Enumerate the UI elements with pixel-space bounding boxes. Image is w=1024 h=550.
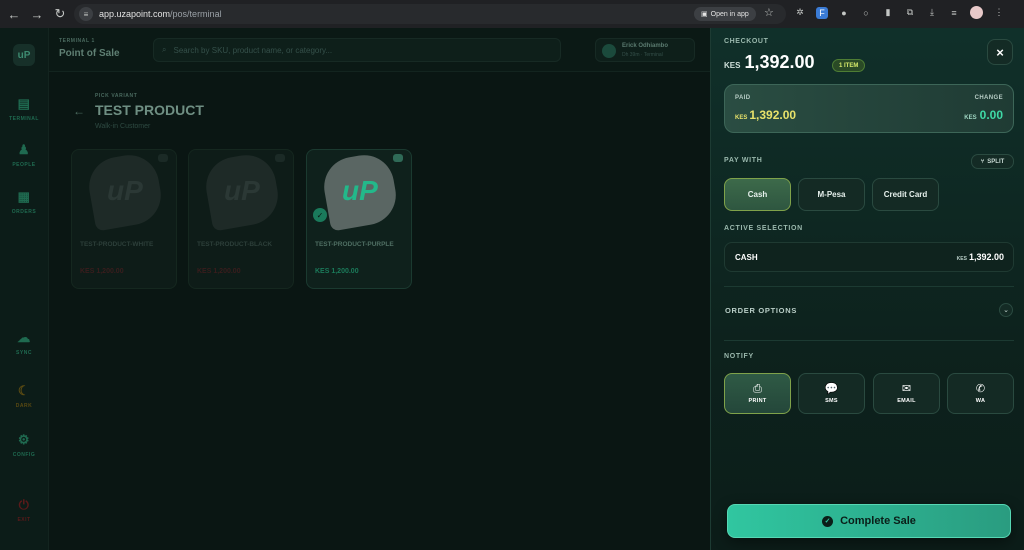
split-button[interactable]: ⑂ SPLIT xyxy=(971,154,1014,169)
printer-icon: ⎙ xyxy=(753,382,762,395)
checkout-panel: CHECKOUT KES 1,392.00 1 ITEM × PAID KES 1… xyxy=(710,28,1024,550)
forward-arrow-icon[interactable]: → xyxy=(28,5,46,23)
browser-menu-icon[interactable]: ⋮ xyxy=(993,7,1005,19)
active-selection-label: ACTIVE SELECTION xyxy=(724,225,803,232)
moon-icon: ☾ xyxy=(17,383,31,398)
back-arrow-icon[interactable]: ← xyxy=(5,5,23,23)
stock-badge xyxy=(158,154,168,162)
product-logo-image: uP xyxy=(84,150,166,232)
extension-gear-icon[interactable]: ✲ xyxy=(794,7,806,19)
sidebar-item-terminal[interactable]: ▤ TERMINAL xyxy=(0,96,48,122)
notify-sms-button[interactable]: 💬 SMS xyxy=(798,373,865,414)
sidebar-item-config[interactable]: ⚙ CONFIG xyxy=(0,432,48,458)
notify-whatsapp-button[interactable]: ✆ WA xyxy=(947,373,1014,414)
app-header: TERMINAL 1 Point of Sale ⌕ Search by SKU,… xyxy=(49,28,710,72)
chevron-down-icon[interactable]: ⌄ xyxy=(999,303,1013,317)
extensions-bar: ✲ F ● ○ ▮ ⧉ ⤓ ≡ ⋮ xyxy=(794,6,1005,19)
browser-toolbar: ← → ↻ ≡ app.uzapoint.com/pos/terminal ▣ O… xyxy=(0,0,1024,28)
sidebar-item-people[interactable]: ♟ PEOPLE xyxy=(0,142,48,168)
checkout-label: CHECKOUT xyxy=(724,38,769,45)
user-chip[interactable]: Erick Odhiambo Dh 39m · Terminal xyxy=(595,38,695,62)
split-icon: ⑂ xyxy=(980,158,985,165)
item-count-badge: 1 ITEM xyxy=(832,59,866,72)
reload-icon[interactable]: ↻ xyxy=(51,5,69,23)
pay-method-mpesa[interactable]: M-Pesa xyxy=(798,178,865,211)
check-circle-icon: ✓ xyxy=(822,515,834,527)
checkout-total: KES 1,392.00 xyxy=(724,52,815,72)
active-selection-row[interactable]: CASH KES 1,392.00 xyxy=(724,242,1014,272)
download-icon[interactable]: ⤓ xyxy=(926,7,938,19)
extension-f-icon[interactable]: F xyxy=(816,6,828,19)
people-icon: ♟ xyxy=(17,142,31,157)
customer-name: Walk-in Customer xyxy=(95,123,151,130)
divider xyxy=(724,340,1014,341)
pay-method-cash[interactable]: Cash xyxy=(724,178,791,211)
pay-with-label: PAY WITH xyxy=(724,157,763,164)
bookmark-star-icon[interactable]: ☆ xyxy=(764,6,774,19)
back-arrow-icon[interactable]: ← xyxy=(73,104,85,118)
extension-record-icon[interactable]: ● xyxy=(838,7,850,19)
sidebar-item-dark[interactable]: ☾ DARK xyxy=(0,383,48,409)
stock-badge xyxy=(393,154,403,162)
user-avatar xyxy=(602,44,616,58)
search-icon: ⌕ xyxy=(162,45,167,54)
power-icon: ⏻ xyxy=(18,497,30,512)
stock-badge xyxy=(275,154,285,162)
product-search-input[interactable]: ⌕ Search by SKU, product name, or categor… xyxy=(153,38,561,62)
orders-icon: ▦ xyxy=(17,189,31,204)
variant-card-white[interactable]: uP TEST-PRODUCT-WHITE KES 1,200.00 xyxy=(71,149,177,289)
app-icon: ▣ xyxy=(701,11,708,18)
change-amount: KES 0.00 xyxy=(964,108,1003,122)
pay-method-credit-card[interactable]: Credit Card xyxy=(872,178,939,211)
gear-icon: ⚙ xyxy=(17,432,31,447)
media-icon[interactable]: ≡ xyxy=(948,7,960,19)
selected-check-icon: ✓ xyxy=(313,208,327,222)
cloud-icon: ☁ xyxy=(17,330,31,345)
extensions-puzzle-icon[interactable]: ⧉ xyxy=(904,7,916,19)
product-logo-image: uP xyxy=(201,150,283,232)
sms-icon: 💬 xyxy=(824,382,839,395)
address-bar[interactable]: ≡ app.uzapoint.com/pos/terminal ▣ Open in… xyxy=(74,4,786,24)
open-in-app-button[interactable]: ▣ Open in app xyxy=(694,7,756,21)
notify-label: NOTIFY xyxy=(724,353,754,360)
app-logo: uP xyxy=(13,44,35,66)
site-info-icon[interactable]: ≡ xyxy=(79,7,93,21)
extension-circle-icon[interactable]: ○ xyxy=(860,7,872,19)
complete-sale-button[interactable]: ✓ Complete Sale xyxy=(727,504,1011,538)
paid-amount: KES 1,392.00 xyxy=(735,108,797,122)
terminal-icon: ▤ xyxy=(17,96,31,111)
whatsapp-icon: ✆ xyxy=(975,382,986,395)
variant-card-black[interactable]: uP TEST-PRODUCT-BLACK KES 1,200.00 xyxy=(188,149,294,289)
app-sidebar: uP ▤ TERMINAL ♟ PEOPLE ▦ ORDERS ☁ SYNC ☾ DARK… xyxy=(0,28,49,550)
email-icon: ✉ xyxy=(901,382,912,395)
paid-change-summary: PAID KES 1,392.00 CHANGE KES 0.00 xyxy=(724,84,1014,133)
sidebar-item-exit[interactable]: ⏻ EXIT xyxy=(0,497,48,523)
sidebar-item-orders[interactable]: ▦ ORDERS xyxy=(0,189,48,215)
page-title: Point of Sale xyxy=(59,48,120,59)
notify-print-button[interactable]: ⎙ PRINT xyxy=(724,373,791,414)
notify-email-button[interactable]: ✉ EMAIL xyxy=(873,373,940,414)
terminal-label: TERMINAL 1 xyxy=(59,38,95,44)
extension-note-icon[interactable]: ▮ xyxy=(882,7,894,19)
close-button[interactable]: × xyxy=(987,39,1013,65)
variant-card-purple[interactable]: uP ✓ TEST-PRODUCT-PURPLE KES 1,200.00 xyxy=(306,149,412,289)
order-options-toggle[interactable]: ORDER OPTIONS xyxy=(725,306,797,315)
url-text[interactable]: app.uzapoint.com/pos/terminal xyxy=(99,9,222,19)
divider xyxy=(724,286,1014,287)
variant-picker: ← PICK VARIANT TEST PRODUCT Walk-in Cust… xyxy=(49,72,710,550)
profile-avatar[interactable] xyxy=(970,6,983,19)
product-title: TEST PRODUCT xyxy=(95,102,204,118)
sidebar-item-sync[interactable]: ☁ SYNC xyxy=(0,330,48,356)
product-logo-image: uP xyxy=(319,150,401,232)
